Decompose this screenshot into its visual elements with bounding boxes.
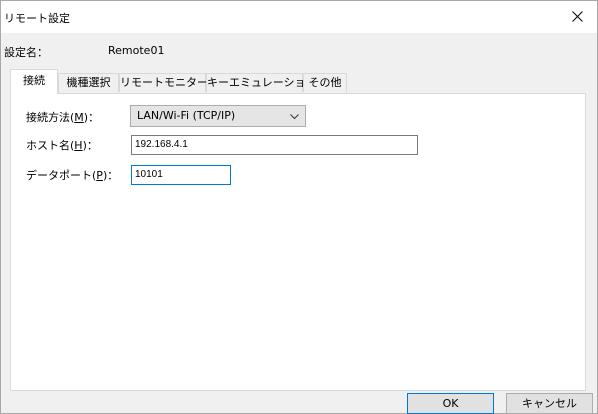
ok-button[interactable]: OK [407,393,494,414]
close-icon [571,10,583,22]
data-port-field[interactable]: 10101 [131,165,231,185]
connection-panel: 接続方法(M)： LAN/Wi-Fi (TCP/IP) ホスト名(H)： 192… [10,93,586,391]
window-title: リモート設定 [4,12,70,25]
connection-method-select[interactable]: LAN/Wi-Fi (TCP/IP) [130,105,306,127]
chevron-down-icon [290,114,299,120]
data-port-label: データポート(P)： [26,169,119,182]
remote-settings-dialog: リモート設定 設定名： Remote01 接続 機種選択 リモートモニター キー… [0,0,598,414]
tab-other[interactable]: その他 [303,73,347,92]
host-name-label: ホスト名(H)： [26,139,98,152]
settings-name-label: 設定名： [4,46,48,59]
connection-method-label: 接続方法(M)： [26,111,100,124]
connection-method-value: LAN/Wi-Fi (TCP/IP) [137,109,236,122]
title-bar: リモート設定 [1,1,597,33]
host-name-field[interactable]: 192.168.4.1 [131,135,418,155]
cancel-button[interactable]: キャンセル [506,393,593,414]
tab-remote-monitor[interactable]: リモートモニター [119,73,208,92]
tab-connection[interactable]: 接続 [10,69,58,94]
tab-key-emulation[interactable]: キーエミュレーション [206,73,317,92]
settings-name-value: Remote01 [108,44,165,57]
close-button[interactable] [557,1,597,31]
tab-model-select[interactable]: 機種選択 [58,73,119,92]
